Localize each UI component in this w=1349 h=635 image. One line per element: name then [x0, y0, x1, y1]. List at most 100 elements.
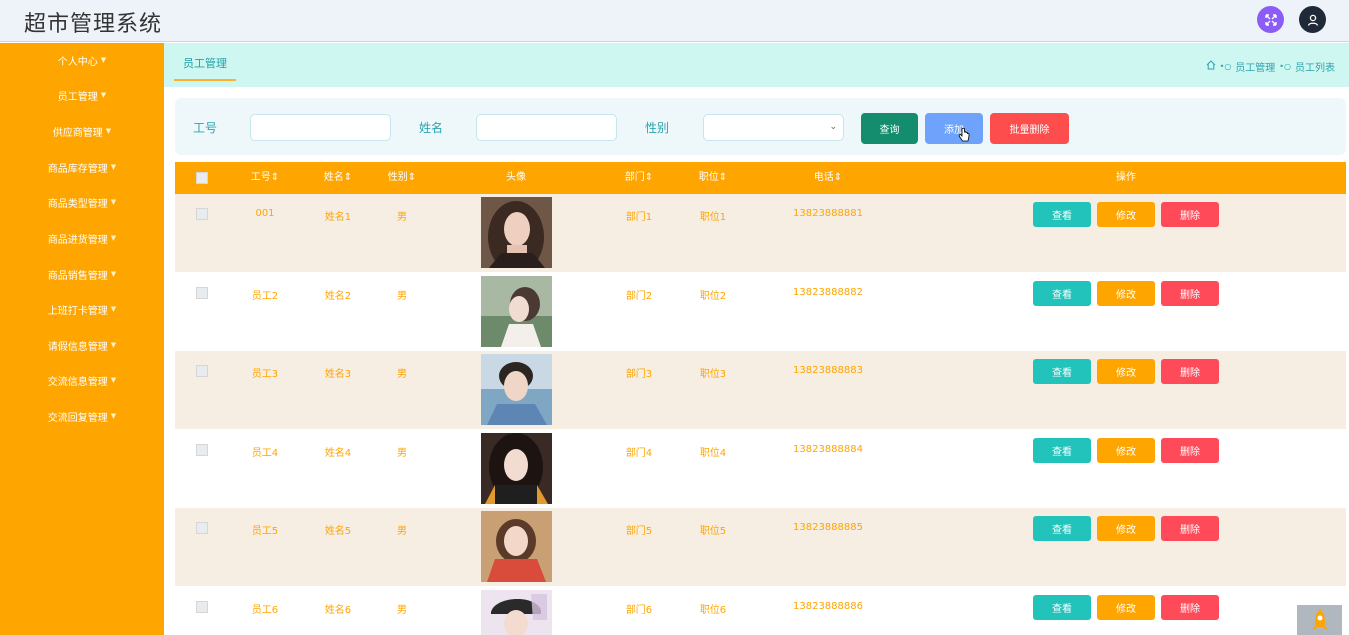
cell-gender: 男 [397, 212, 407, 223]
delete-button[interactable]: 删除 [1161, 359, 1219, 384]
sidebar-item-reply[interactable]: 交流回复管理 ▼ [0, 399, 164, 433]
cell-dept: 部门2 [625, 291, 653, 302]
row-checkbox[interactable] [196, 287, 208, 299]
view-button[interactable]: 查看 [1033, 281, 1091, 306]
top-bar: 超市管理系统 [0, 0, 1349, 42]
table-header: 工号⇕ 姓名⇕ 性别⇕ 头像 部门⇕ 职位⇕ 电话⇕ 操作 [175, 162, 1346, 194]
view-button[interactable]: 查看 [1033, 595, 1091, 620]
sidebar-item-label: 请假信息管理 [47, 341, 108, 353]
name-input[interactable] [476, 114, 617, 141]
view-button[interactable]: 查看 [1033, 202, 1091, 227]
header-avatar: 头像 [506, 172, 526, 183]
home-icon[interactable] [1206, 60, 1216, 73]
cell-name: 姓名4 [324, 448, 352, 459]
sidebar-item-personal-center[interactable]: 个人中心 ▼ [0, 43, 164, 77]
cell-dept: 部门6 [625, 605, 653, 616]
emp-no-label: 工号 [193, 121, 218, 135]
header-emp-no[interactable]: 工号⇕ [251, 162, 279, 194]
avatar [481, 511, 552, 582]
cell-dept: 部门1 [625, 212, 653, 223]
view-button[interactable]: 查看 [1033, 438, 1091, 463]
sort-icon: ⇕ [407, 172, 417, 183]
search-panel: 工号 姓名 性别 ⌄ 查询 添加 批量删除 [175, 98, 1346, 155]
delete-button[interactable]: 删除 [1161, 595, 1219, 620]
delete-button[interactable]: 删除 [1161, 438, 1219, 463]
header-gender[interactable]: 性别⇕ [388, 162, 416, 194]
sidebar-item-label: 个人中心 [57, 56, 98, 68]
batch-delete-button[interactable]: 批量删除 [990, 113, 1069, 144]
header-dept[interactable]: 部门⇕ [625, 162, 653, 194]
delete-button[interactable]: 删除 [1161, 516, 1219, 541]
sidebar-item-leave[interactable]: 请假信息管理 ▼ [0, 328, 164, 362]
table-row: 员工3 姓名3 男 部门3 职位3 13823888883 查看 修改 删除 [175, 351, 1346, 429]
edit-button[interactable]: 修改 [1097, 202, 1155, 227]
delete-button[interactable]: 删除 [1161, 281, 1219, 306]
cell-phone: 13823888885 [793, 522, 863, 533]
caret-down-icon: ▼ [110, 270, 117, 278]
avatar [481, 197, 552, 268]
table-row: 员工4 姓名4 男 部门4 职位4 13823888884 查看 修改 删除 [175, 430, 1346, 508]
row-checkbox[interactable] [196, 444, 208, 456]
sidebar-item-employee[interactable]: 员工管理 ▼ [0, 78, 164, 112]
header-position[interactable]: 职位⇕ [699, 162, 727, 194]
row-checkbox[interactable] [196, 601, 208, 613]
sidebar-item-label: 商品库存管理 [47, 163, 108, 175]
header-phone-label: 电话 [813, 172, 834, 183]
sidebar-item-sales[interactable]: 商品销售管理 ▼ [0, 257, 164, 291]
add-button[interactable]: 添加 [925, 113, 983, 144]
tab-bar: 员工管理 •○ 员工管理 •○ 员工列表 [164, 43, 1349, 87]
table-row: 001 姓名1 男 部门1 职位1 13823888881 查看 修改 删除 [175, 194, 1346, 272]
sidebar-item-label: 交流信息管理 [47, 376, 108, 388]
sidebar-item-purchase[interactable]: 商品进货管理 ▼ [0, 221, 164, 255]
breadcrumb: •○ 员工管理 •○ 员工列表 [1206, 59, 1335, 74]
cell-dept: 部门5 [625, 526, 653, 537]
table-row: 员工6 姓名6 男 部门6 职位6 13823888886 查看 修改 删除 [175, 587, 1346, 635]
sidebar-item-label: 交流回复管理 [47, 412, 108, 424]
breadcrumb-separator-icon: •○ [1219, 62, 1232, 71]
row-checkbox[interactable] [196, 208, 208, 220]
cell-gender: 男 [397, 526, 407, 537]
name-label: 姓名 [419, 121, 444, 135]
row-checkbox[interactable] [196, 365, 208, 377]
gender-select[interactable]: ⌄ [703, 114, 844, 141]
delete-button[interactable]: 删除 [1161, 202, 1219, 227]
sidebar-item-inventory[interactable]: 商品库存管理 ▼ [0, 150, 164, 184]
sidebar-item-product-type[interactable]: 商品类型管理 ▼ [0, 185, 164, 219]
edit-button[interactable]: 修改 [1097, 281, 1155, 306]
user-icon[interactable] [1299, 6, 1326, 33]
cell-phone: 13823888881 [793, 208, 863, 219]
row-checkbox[interactable] [196, 522, 208, 534]
sidebar-item-supplier[interactable]: 供应商管理 ▼ [0, 114, 164, 148]
breadcrumb-level1[interactable]: 员工管理 [1235, 59, 1275, 74]
cell-emp-no: 员工6 [251, 605, 279, 616]
edit-button[interactable]: 修改 [1097, 438, 1155, 463]
breadcrumb-level2: 员工列表 [1295, 63, 1335, 74]
sidebar: 个人中心 ▼ 员工管理 ▼ 供应商管理 ▼ 商品库存管理 ▼ 商品类型管理 ▼ 商品进货管… [0, 43, 164, 635]
select-all-checkbox[interactable] [196, 172, 208, 184]
expand-icon[interactable] [1257, 6, 1284, 33]
view-button[interactable]: 查看 [1033, 359, 1091, 384]
view-button[interactable]: 查看 [1033, 516, 1091, 541]
cell-position: 职位5 [699, 526, 727, 537]
breadcrumb-separator-icon: •○ [1279, 62, 1291, 71]
edit-button[interactable]: 修改 [1097, 595, 1155, 620]
caret-down-icon: ▼ [100, 56, 107, 64]
query-button[interactable]: 查询 [861, 113, 918, 144]
cell-gender: 男 [397, 291, 407, 302]
caret-down-icon: ▼ [110, 341, 117, 349]
tab-employee-management[interactable]: 员工管理 [174, 55, 236, 81]
sidebar-item-label: 商品类型管理 [47, 198, 108, 210]
sidebar-item-communication[interactable]: 交流信息管理 ▼ [0, 363, 164, 397]
back-to-top-button[interactable] [1297, 605, 1342, 635]
header-phone[interactable]: 电话⇕ [814, 162, 842, 194]
sort-icon: ⇕ [718, 172, 728, 183]
emp-no-input[interactable] [250, 114, 391, 141]
sidebar-item-label: 商品销售管理 [47, 270, 108, 282]
chevron-down-icon: ⌄ [829, 122, 837, 132]
sidebar-item-clock-in[interactable]: 上班打卡管理 ▼ [0, 292, 164, 326]
header-gender-label: 性别 [387, 172, 408, 183]
edit-button[interactable]: 修改 [1097, 359, 1155, 384]
cell-gender: 男 [397, 369, 407, 380]
header-name[interactable]: 姓名⇕ [324, 162, 352, 194]
edit-button[interactable]: 修改 [1097, 516, 1155, 541]
